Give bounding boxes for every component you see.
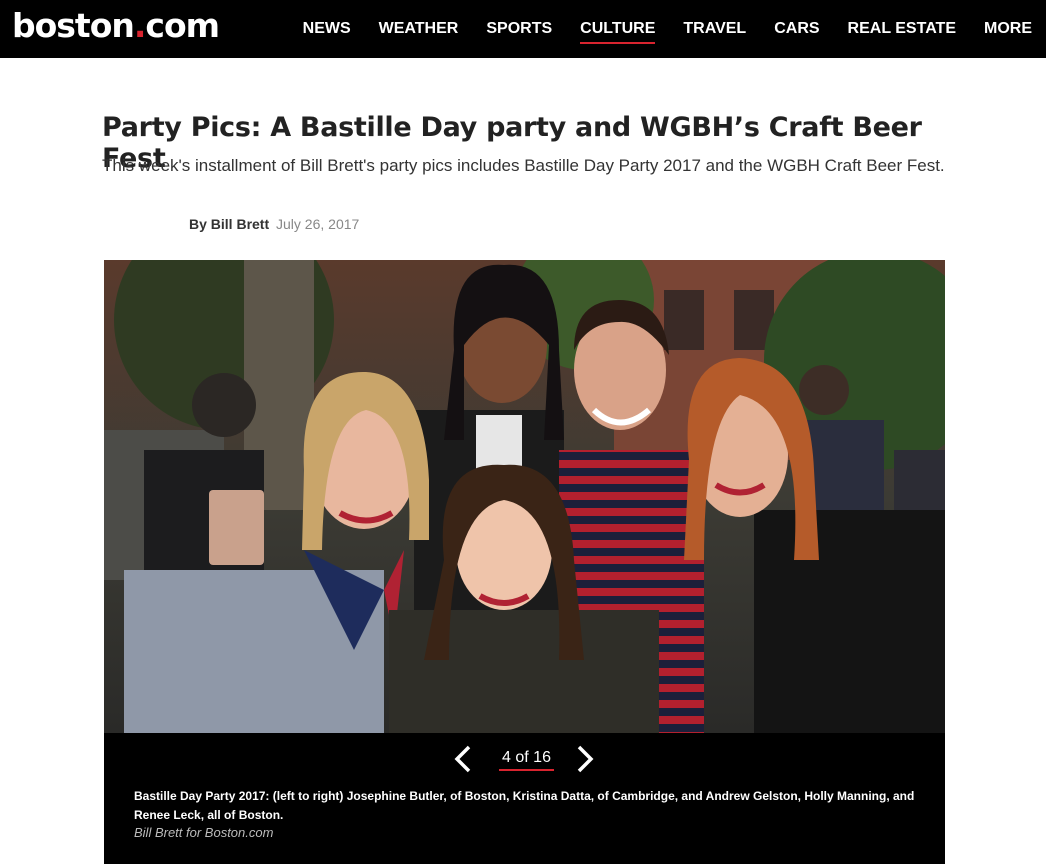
article-dek: This week's installment of Bill Brett's … — [102, 156, 945, 175]
photo-gallery: 4 of 16 Bastille Day Party 2017: (left t… — [104, 260, 945, 864]
photo-credit: Bill Brett for Boston.com — [134, 825, 274, 840]
nav-more[interactable]: MORE — [984, 20, 1032, 38]
byline: By Bill Brett July 26, 2017 — [189, 216, 359, 232]
nav-cars[interactable]: CARS — [774, 20, 819, 38]
nav-news[interactable]: NEWS — [303, 20, 351, 38]
gallery-counter: 4 of 16 — [502, 749, 551, 766]
nav-real-estate[interactable]: REAL ESTATE — [848, 20, 956, 38]
gallery-photo — [104, 260, 945, 733]
counter-underline — [499, 769, 554, 771]
byline-date: July 26, 2017 — [276, 216, 360, 232]
main-nav: NEWS WEATHER SPORTS CULTURE TRAVEL CARS … — [275, 0, 1032, 58]
nav-sports[interactable]: SPORTS — [486, 20, 552, 38]
previous-arrow-icon[interactable] — [452, 745, 474, 773]
gallery-controls: 4 of 16 — [104, 733, 945, 785]
site-header: boston.com NEWS WEATHER SPORTS CULTURE T… — [0, 0, 1046, 58]
next-arrow-icon[interactable] — [574, 745, 596, 773]
nav-culture[interactable]: CULTURE — [580, 20, 656, 44]
photo-caption: Bastille Day Party 2017: (left to right)… — [134, 789, 915, 822]
nav-weather[interactable]: WEATHER — [379, 20, 459, 38]
nav-travel[interactable]: TRAVEL — [683, 20, 746, 38]
site-logo[interactable]: boston.com — [12, 6, 220, 45]
byline-author[interactable]: By Bill Brett — [189, 216, 269, 232]
